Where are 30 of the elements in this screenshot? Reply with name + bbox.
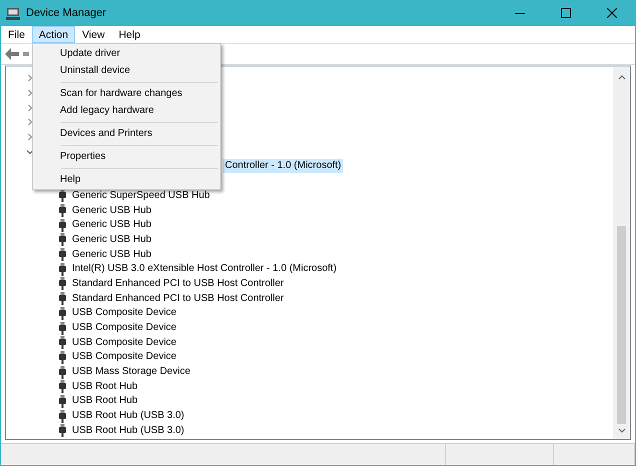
menu-item[interactable]: Add legacy hardware: [33, 102, 220, 119]
menu-item[interactable]: Help: [33, 171, 220, 188]
menu-item[interactable]: Devices and Printers: [33, 125, 220, 142]
device-name[interactable]: Intel(R) USB 3.0 eXtensible Host Controller - 1.0 (Microsoft): [70, 262, 339, 276]
menu-bar-item[interactable]: Action: [32, 26, 76, 43]
menu-bar-item[interactable]: File: [1, 26, 32, 43]
device-name[interactable]: USB Composite Device: [70, 336, 178, 350]
menu-item[interactable]: Properties: [33, 148, 220, 165]
device-name[interactable]: USB Composite Device: [70, 350, 178, 364]
menu-item[interactable]: Scan for hardware changes: [33, 85, 220, 102]
device-name[interactable]: USB Root Hub: [70, 380, 140, 394]
device-name[interactable]: USB Root Hub: [70, 394, 140, 408]
device-name[interactable]: Standard Enhanced PCI to USB Host Controller: [70, 292, 286, 306]
device-name[interactable]: USB Mass Storage Device: [70, 365, 192, 380]
device-name[interactable]: Generic USB Hub: [70, 248, 154, 262]
device-name[interactable]: Standard Enhanced PCI to USB Host Controller: [70, 276, 286, 291]
device-name[interactable]: USB Root Hub (USB 3.0): [70, 424, 186, 438]
device-name[interactable]: Controller - 1.0 (Microsoft): [223, 159, 344, 174]
menu-item[interactable]: Uninstall device: [33, 62, 220, 79]
device-name[interactable]: Generic USB Hub: [70, 204, 154, 218]
device-name[interactable]: USB Composite Device: [70, 321, 178, 336]
device-name[interactable]: USB Root Hub (USB 3.0): [70, 409, 186, 424]
menu-bar-item[interactable]: View: [75, 26, 112, 43]
menu-item[interactable]: Update driver: [33, 45, 220, 62]
device-name[interactable]: Generic SuperSpeed USB Hub: [70, 188, 212, 203]
device-name[interactable]: Generic USB Hub: [70, 218, 154, 232]
device-name[interactable]: USB Composite Device: [70, 306, 178, 320]
device-name[interactable]: Generic USB Hub: [70, 232, 154, 247]
window-title: Device Manager: [26, 7, 108, 19]
menu-bar-item[interactable]: Help: [112, 26, 148, 43]
